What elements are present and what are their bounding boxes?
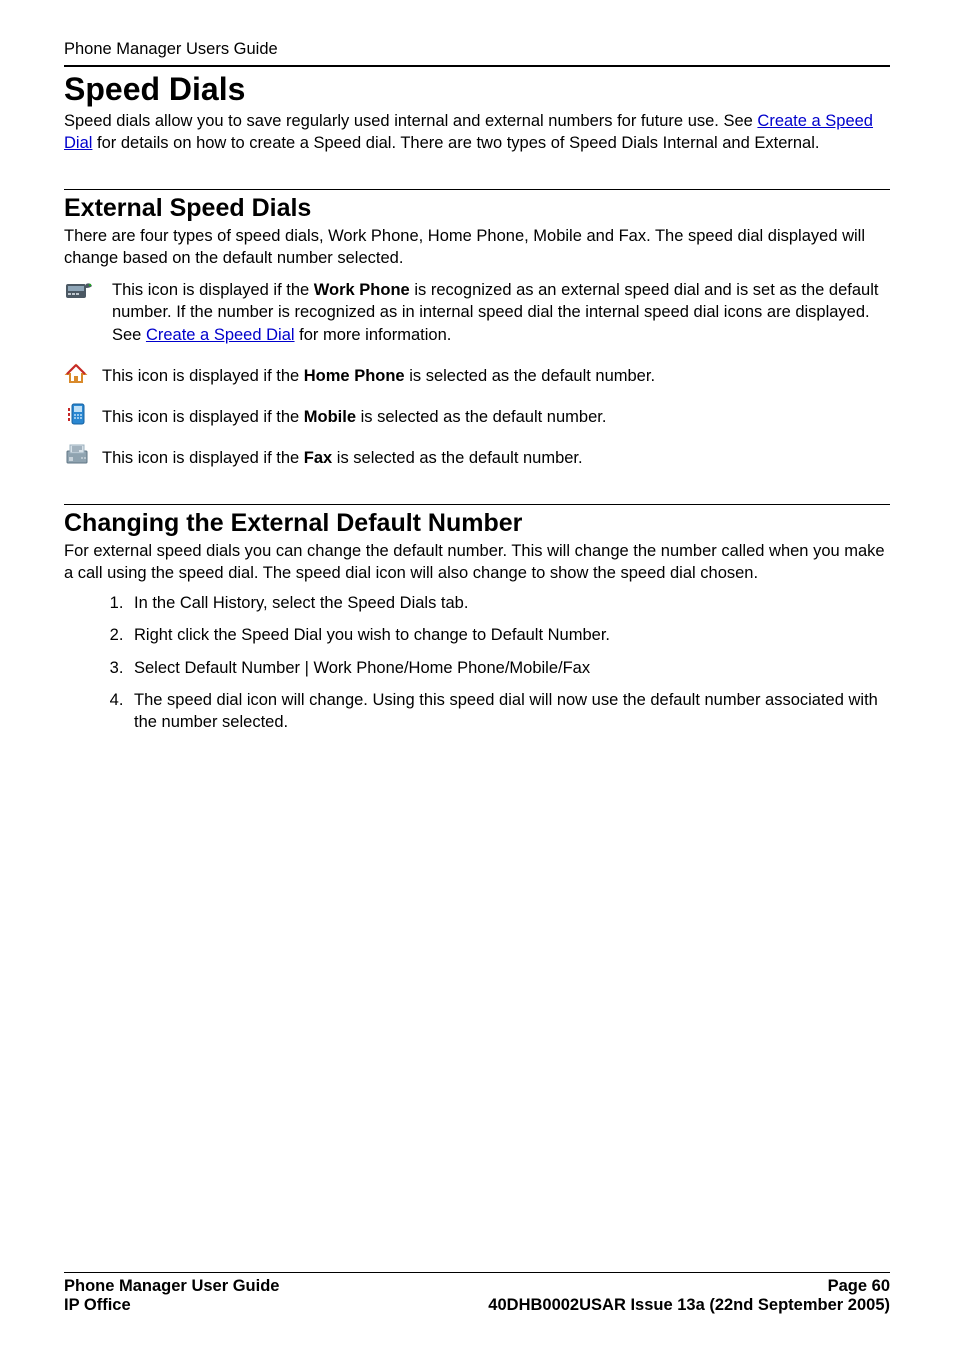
running-header: Phone Manager Users Guide <box>64 40 890 59</box>
section-title-speed-dials: Speed Dials <box>64 71 890 108</box>
icon-row-fax: This icon is displayed if the Fax is sel… <box>64 442 890 469</box>
text-segment: This icon is displayed if the <box>102 408 304 426</box>
page-footer: Phone Manager User Guide Page 60 IP Offi… <box>64 1272 890 1315</box>
text-segment: This icon is displayed if the <box>102 367 304 385</box>
mobile-phone-icon <box>64 402 102 428</box>
home-phone-icon <box>64 363 102 385</box>
fax-icon <box>64 443 102 467</box>
footer-page-number: Page 60 <box>828 1277 890 1296</box>
footer-issue: 40DHB0002USAR Issue 13a (22nd September … <box>488 1296 890 1315</box>
footer-left-product: IP Office <box>64 1296 131 1315</box>
step-item: The speed dial icon will change. Using t… <box>128 689 890 734</box>
text-segment: Speed dials allow you to save regularly … <box>64 112 757 130</box>
text-bold: Work Phone <box>314 281 410 299</box>
speed-dials-intro: Speed dials allow you to save regularly … <box>64 110 890 155</box>
footer-left-title: Phone Manager User Guide <box>64 1277 279 1296</box>
text-segment: is selected as the default number. <box>405 367 655 385</box>
icon-row-home-phone: This icon is displayed if the Home Phone… <box>64 362 890 387</box>
section-title-external-speed-dials: External Speed Dials <box>64 194 890 223</box>
step-item: Select Default Number | Work Phone/Home … <box>128 657 890 679</box>
link-create-speed-dial-2[interactable]: Create a Speed Dial <box>146 326 295 344</box>
step-item: In the Call History, select the Speed Di… <box>128 592 890 614</box>
text-bold: Fax <box>304 449 332 467</box>
changing-default-intro: For external speed dials you can change … <box>64 540 890 585</box>
text-segment: for details on how to create a Speed dia… <box>92 134 819 152</box>
text-segment: is selected as the default number. <box>356 408 606 426</box>
external-intro: There are four types of speed dials, Wor… <box>64 225 890 270</box>
text-segment: for more information. <box>295 326 452 344</box>
section-divider-2 <box>64 504 890 505</box>
icon-row-work-phone: This icon is displayed if the Work Phone… <box>64 279 890 346</box>
section-divider <box>64 189 890 190</box>
work-phone-icon <box>64 280 102 302</box>
text-segment: This icon is displayed if the <box>102 449 304 467</box>
steps-list: In the Call History, select the Speed Di… <box>128 592 890 733</box>
icon-row-mobile: This icon is displayed if the Mobile is … <box>64 401 890 428</box>
text-segment: is selected as the default number. <box>332 449 582 467</box>
text-segment: This icon is displayed if the <box>112 281 314 299</box>
section-title-changing-default: Changing the External Default Number <box>64 509 890 538</box>
text-bold: Home Phone <box>304 367 405 385</box>
footer-divider <box>64 1272 890 1273</box>
step-item: Right click the Speed Dial you wish to c… <box>128 624 890 646</box>
text-bold: Mobile <box>304 408 356 426</box>
header-divider <box>64 65 890 67</box>
